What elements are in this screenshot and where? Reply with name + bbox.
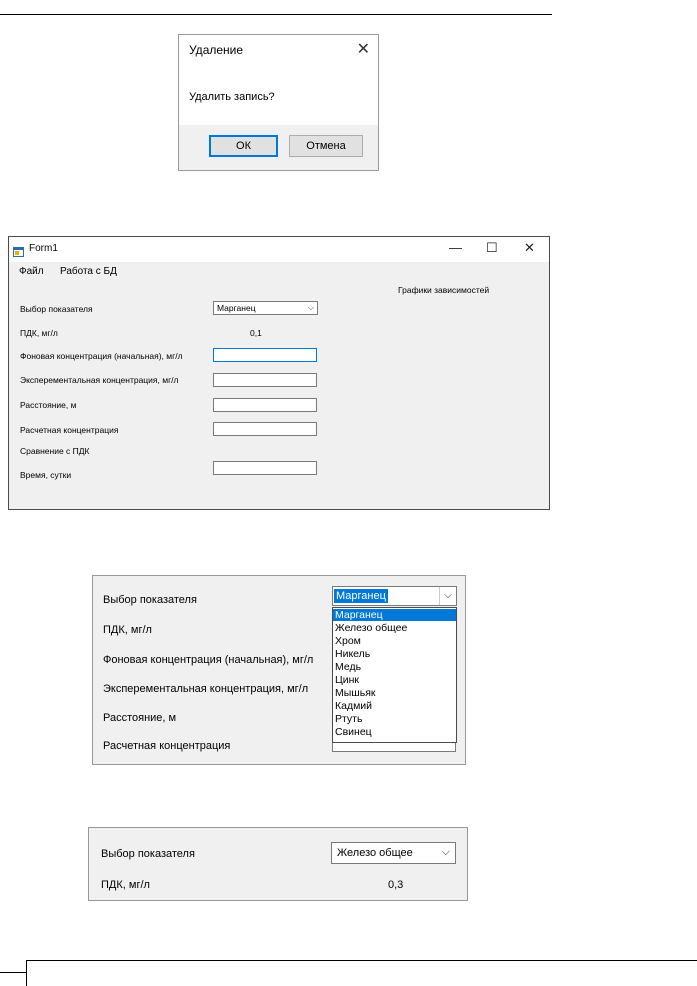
top-rule [0,14,552,15]
chevron-down-icon: ⌵ [441,846,450,858]
distance-label: Расстояние, м [103,712,177,724]
dropdown-panel: Выбор показателя ПДК, мг/л Фоновая конце… [92,575,466,765]
calculated-label: Расчетная концентрация [103,740,231,752]
cancel-button[interactable]: Отмена [289,135,363,157]
dropdown-option[interactable]: Свинец [333,726,456,738]
menu-db[interactable]: Работа с БД [60,266,117,277]
pdk-label: ПДК, мг/л [103,624,152,636]
calculated-input[interactable] [213,422,317,436]
indicator-select[interactable]: Марганец ⌵ [332,586,457,606]
experimental-input[interactable] [213,373,317,387]
dropdown-option[interactable]: Никель [333,648,456,660]
distance-input[interactable] [213,398,317,412]
experimental-label: Эксперементальная концентрация, мг/л [20,375,179,385]
time-input[interactable] [213,461,317,475]
close-icon[interactable]: ✕ [524,240,535,256]
pdk-label: ПДК, мг/л [20,328,58,338]
time-label: Время, сутки [20,470,72,480]
background-input[interactable] [213,348,317,362]
maximize-icon[interactable]: ☐ [486,240,498,256]
dropdown-option[interactable]: Цинк [333,674,456,686]
dropdown-option[interactable]: Медь [333,661,456,673]
indicator-label: Выбор показателя [20,304,93,314]
selection-panel: Выбор показателя Железо общее ⌵ ПДК, мг/… [88,827,468,901]
indicator-select-value: Марганец [217,303,256,313]
background-label: Фоновая концентрация (начальная), мг/л [20,351,183,361]
indicator-label: Выбор показателя [101,848,195,860]
minimize-icon[interactable]: — [449,240,462,255]
bottom-rule [26,960,697,961]
bottom-rule-left [0,972,26,973]
indicator-select-value: Железо общее [337,847,413,859]
window-app-icon [13,244,24,257]
graphs-label[interactable]: Графики зависимостей [398,285,489,295]
indicator-select-value: Марганец [334,589,388,603]
dialog-message: Удалить запись? [189,91,275,103]
distance-label: Расстояние, м [20,400,77,410]
title-bar: Form1 — ☐ ✕ [9,237,549,262]
dropdown-option[interactable]: Мышьяк [333,687,456,699]
dropdown-option[interactable]: Ртуть [333,713,456,725]
dropdown-option[interactable]: Кадмий [333,700,456,712]
indicator-select[interactable]: Железо общее ⌵ [331,842,456,864]
indicator-label: Выбор показателя [103,594,197,606]
pdk-value: 0,3 [388,879,404,891]
comparison-label: Сравнение с ПДК [20,446,90,456]
dropdown-list: Марганец Железо общее Хром Никель Медь Ц… [332,607,457,743]
dropdown-option[interactable]: Марганец [333,609,456,621]
form1-window: Form1 — ☐ ✕ Файл Работа с БД Графики зав… [8,236,550,510]
menu-file[interactable]: Файл [19,266,44,277]
bottom-rule-tick [26,960,27,986]
calculated-label: Расчетная концентрация [20,425,119,435]
indicator-select[interactable]: Марганец ⌵ [213,301,318,315]
chevron-down-icon[interactable]: ⌵ [439,587,456,605]
menu-bar: Файл Работа с БД [9,262,549,282]
chevron-down-icon: ⌵ [307,303,314,312]
background-label: Фоновая концентрация (начальная), мг/л [103,654,314,666]
ok-button[interactable]: ОК [209,135,278,157]
dropdown-option[interactable]: Хром [333,635,456,647]
experimental-label: Эксперементальная концентрация, мг/л [103,683,309,695]
pdk-label: ПДК, мг/л [101,879,150,891]
pdk-value: 0,1 [250,328,262,338]
dropdown-option[interactable]: Железо общее [333,622,456,634]
dialog-footer: ОК Отмена [179,125,378,170]
delete-dialog: Удаление ✕ Удалить запись? ОК Отмена [178,34,379,171]
window-title: Form1 [29,243,58,254]
close-icon[interactable]: ✕ [357,39,370,59]
dialog-title: Удаление [189,43,244,57]
